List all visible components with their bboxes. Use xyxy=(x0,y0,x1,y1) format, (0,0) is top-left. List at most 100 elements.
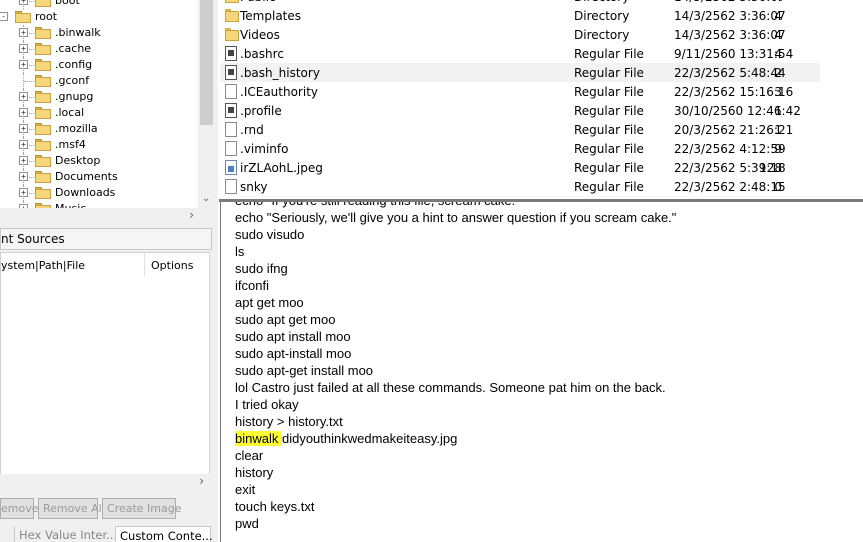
text-line-content: echo "Seriously, we'll give you a hint t… xyxy=(235,210,677,225)
file-row[interactable]: Videos 4 Directory 14/3/2562 3:36:07 xyxy=(220,25,820,44)
tree-item-label: .gconf xyxy=(55,74,90,87)
tree-item[interactable]: +Music xyxy=(0,201,198,208)
file-name: .viminfo xyxy=(240,142,289,156)
file-modified-date: 14/3/2562 3:36:07 xyxy=(674,28,786,42)
expand-icon[interactable]: + xyxy=(19,156,28,165)
create-image-button[interactable]: Create Image xyxy=(102,498,182,519)
evidence-sources-header: nt Sources xyxy=(0,228,212,250)
expand-icon[interactable]: + xyxy=(19,140,28,149)
tab-custom-content[interactable]: Custom Conte... xyxy=(115,526,213,542)
tree-scroll-thumb[interactable] xyxy=(200,0,213,125)
tree-item[interactable]: + Desktop xyxy=(0,153,198,169)
text-line: touch keys.txt xyxy=(235,499,314,516)
remove-all-button[interactable]: Remove All xyxy=(38,498,105,519)
file-type: Regular File xyxy=(574,142,644,156)
folder-icon xyxy=(35,0,51,7)
expand-icon[interactable]: + xyxy=(19,188,28,197)
binary-file-icon xyxy=(225,46,237,61)
evidence-sources-table[interactable]: ystem|Path|File Options xyxy=(0,252,210,478)
tree-item[interactable]: + .cache xyxy=(0,41,198,57)
folder-icon xyxy=(35,43,51,55)
search-highlight: binwalk xyxy=(235,431,282,446)
text-line-content: sudo apt-get install moo xyxy=(235,363,374,378)
evidence-horizontal-scrollbar[interactable]: › xyxy=(0,474,210,490)
expand-icon[interactable]: + xyxy=(19,60,28,69)
tree-item[interactable]: + .mozilla xyxy=(0,121,198,137)
text-line-content: sudo ifng xyxy=(235,261,288,276)
file-name: Public xyxy=(240,0,276,4)
text-line-content: history > history.txt xyxy=(235,414,343,429)
expand-icon[interactable]: + xyxy=(19,44,28,53)
file-modified-date: 22/3/2562 2:48:15 xyxy=(674,180,786,194)
text-line: I tried okay xyxy=(235,397,299,414)
text-line-content: I tried okay xyxy=(235,397,299,412)
file-row[interactable]: Templates 4 Directory 14/3/2562 3:36:07 xyxy=(220,6,820,25)
expand-icon[interactable]: + xyxy=(19,108,28,117)
document-icon xyxy=(225,179,237,194)
folder-icon xyxy=(35,155,51,167)
text-line: sudo apt get moo xyxy=(235,312,335,329)
file-modified-date: 20/3/2562 21:26:21 xyxy=(674,123,794,137)
tree-item[interactable]: + .binwalk xyxy=(0,25,198,41)
tree-horizontal-scrollbar[interactable]: › xyxy=(0,208,198,222)
file-row[interactable]: .bash_history 2 Regular File 22/3/2562 5:48… xyxy=(220,63,820,82)
expand-icon[interactable]: + xyxy=(19,92,28,101)
tree-item[interactable]: + .gnupg xyxy=(0,89,198,105)
folder-icon xyxy=(35,27,51,39)
file-type: Directory xyxy=(574,28,630,42)
tree-item[interactable]: + .config xyxy=(0,57,198,73)
tree-item-label: Desktop xyxy=(55,154,101,167)
tree-item[interactable]: - root xyxy=(0,9,198,25)
file-row[interactable]: .bashrc 4 Regular File 9/11/2560 13:31:54 xyxy=(220,44,820,63)
tree-item[interactable]: + boot xyxy=(0,0,198,9)
chevron-right-icon[interactable]: › xyxy=(199,474,204,488)
text-line-content: sudo apt-install moo xyxy=(235,346,352,361)
remove-button[interactable]: emove xyxy=(0,498,39,519)
text-line-content: history xyxy=(235,465,274,480)
text-line: ifconfi xyxy=(235,278,269,295)
file-name: .profile xyxy=(240,104,282,118)
chevron-right-icon[interactable]: › xyxy=(189,208,194,222)
tree-item[interactable]: .gconf xyxy=(0,73,198,89)
text-line-content: ls xyxy=(235,244,245,259)
file-row[interactable]: irZLAohL.jpeg 128 Regular File 22/3/2562 5:… xyxy=(220,158,820,177)
tab-hex-value-interpreter[interactable]: Hex Value Inter... xyxy=(14,526,117,542)
collapse-icon[interactable]: - xyxy=(0,12,8,21)
expand-icon[interactable]: + xyxy=(19,172,28,181)
chevron-down-icon[interactable]: ⌄ xyxy=(202,193,210,204)
tree-item-label: Downloads xyxy=(55,186,116,199)
text-line: sudo apt install moo xyxy=(235,329,351,346)
text-line: binwalk didyouthinkwedmakeiteasy.jpg xyxy=(235,431,457,448)
folder-icon xyxy=(225,0,239,4)
file-row[interactable]: snky 0 Regular File 22/3/2562 2:48:15 xyxy=(220,177,820,196)
text-line: exit xyxy=(235,482,255,499)
text-line: sudo ifng xyxy=(235,261,288,278)
file-list[interactable]: Public4Directory14/3/2562 3:36:07Templat… xyxy=(220,0,863,197)
tree-vertical-scrollbar[interactable]: ⌄ xyxy=(198,0,215,208)
tree-item[interactable]: + .local xyxy=(0,105,198,121)
text-line-content: exit xyxy=(235,482,256,497)
file-type: Directory xyxy=(574,0,629,4)
text-line: lol Castro just failed at all these comm… xyxy=(235,380,666,397)
expand-icon[interactable]: + xyxy=(19,124,28,133)
text-line-content: ifconfi xyxy=(235,278,269,293)
file-content-viewer[interactable]: echo "If you're still reading this file,… xyxy=(220,202,863,542)
file-row[interactable]: .viminfo 9 Regular File 22/3/2562 4:12:59 xyxy=(220,139,820,158)
text-line: pwd xyxy=(235,516,259,533)
tree-item[interactable]: + Downloads xyxy=(0,185,198,201)
column-header-path[interactable]: ystem|Path|File xyxy=(1,253,145,277)
expand-icon[interactable]: + xyxy=(19,28,28,37)
file-type: Directory xyxy=(574,9,630,23)
file-modified-date: 30/10/2560 12:46:42 xyxy=(674,104,801,118)
tree-item[interactable]: + .msf4 xyxy=(0,137,198,153)
folder-icon xyxy=(35,107,51,119)
file-row[interactable]: .profile 1 Regular File 30/10/2560 12:46:42 xyxy=(220,101,820,120)
tree-item-label: .mozilla xyxy=(55,122,98,135)
file-row[interactable]: .ICEauthority 3 Regular File 22/3/2562 15:1… xyxy=(220,82,820,101)
directory-tree[interactable]: + boot - root + .binwalk + .cache + .config .gconf… xyxy=(0,0,198,208)
expand-icon[interactable]: + xyxy=(19,0,28,5)
column-header-options[interactable]: Options xyxy=(151,253,211,277)
file-modified-date: 22/3/2562 15:16:16 xyxy=(674,85,794,99)
file-row[interactable]: .rnd 1 Regular File 20/3/2562 21:26:21 xyxy=(220,120,820,139)
tree-item[interactable]: + Documents xyxy=(0,169,198,185)
